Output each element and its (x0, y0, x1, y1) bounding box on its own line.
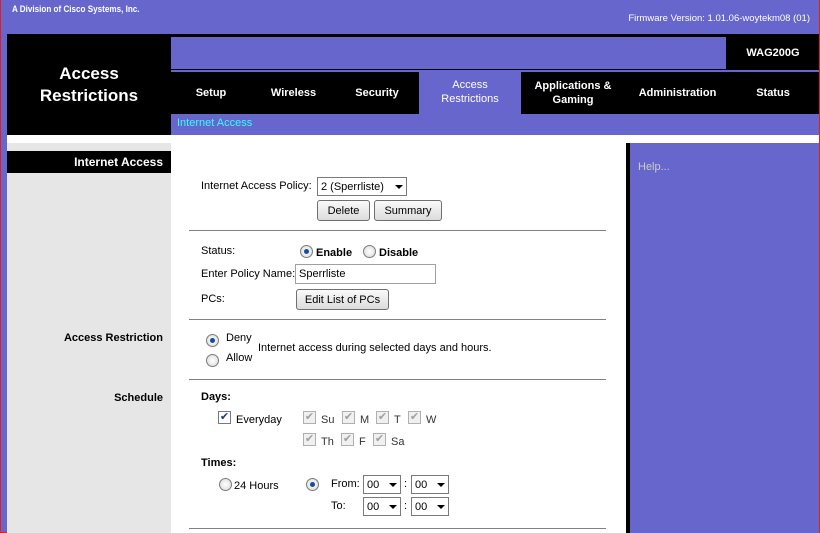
24hours-radio[interactable] (219, 478, 232, 491)
everyday-checkbox[interactable]: ✔ (218, 411, 231, 424)
divider (189, 319, 606, 320)
subnav-bar (171, 114, 819, 135)
chevron-down-icon (437, 505, 445, 509)
status-label: Status: (201, 245, 236, 257)
friday-checkbox[interactable]: ✔ (341, 433, 354, 446)
from-minute-select[interactable]: 00 (411, 475, 449, 494)
from-hour-value: 00 (367, 478, 380, 491)
edit-pcs-button[interactable]: Edit List of PCs (296, 289, 389, 310)
everyday-label: Everyday (236, 414, 282, 426)
friday-label: F (359, 436, 366, 448)
wednesday-checkbox[interactable]: ✔ (408, 411, 421, 424)
model-name: WAG200G (746, 47, 800, 59)
firmware-version: Firmware Version: 1.01.06-woytekm08 (01) (628, 13, 810, 24)
tab-setup[interactable]: Setup (171, 72, 251, 114)
chevron-down-icon (395, 185, 403, 189)
thursday-checkbox[interactable]: ✔ (303, 433, 316, 446)
body-separator (7, 135, 819, 143)
tuesday-checkbox[interactable]: ✔ (376, 411, 389, 424)
to-hour-select[interactable]: 00 (363, 497, 401, 516)
deny-radio[interactable] (206, 334, 219, 347)
from-minute-value: 00 (415, 478, 428, 491)
access-restriction-label: Access Restriction (63, 332, 163, 344)
section-heading: Internet Access (7, 151, 171, 173)
left-strip (7, 143, 171, 151)
disable-radio[interactable] (363, 245, 376, 258)
policy-select[interactable]: 2 (Sperrliste) (317, 177, 407, 196)
enable-label: Enable (316, 247, 353, 259)
restriction-description: Internet access during selected days and… (258, 342, 492, 354)
days-label: Days: (201, 391, 231, 403)
divider (189, 528, 606, 529)
tab-administration[interactable]: Administration (625, 72, 730, 114)
monday-label: M (360, 414, 370, 426)
policy-label: Internet Access Policy: (201, 180, 312, 192)
deny-label: Deny (226, 332, 252, 344)
tab-wireless[interactable]: Wireless (251, 72, 336, 114)
disable-label: Disable (379, 247, 419, 259)
chevron-down-icon (389, 505, 397, 509)
allow-radio[interactable] (206, 354, 219, 367)
help-link[interactable]: Help... (638, 161, 670, 173)
policy-name-label: Enter Policy Name: (201, 268, 296, 280)
chevron-down-icon (389, 483, 397, 487)
time-colon: : (404, 500, 408, 512)
divider (189, 230, 606, 231)
tab-applications-gaming[interactable]: Applications & Gaming (523, 72, 623, 114)
sunday-label: Su (321, 414, 335, 426)
times-label: Times: (201, 457, 237, 469)
enable-radio[interactable] (300, 245, 313, 258)
sunday-checkbox[interactable]: ✔ (303, 411, 316, 424)
thursday-label: Th (321, 436, 334, 448)
time-range-radio[interactable] (306, 478, 319, 491)
to-minute-select[interactable]: 00 (411, 497, 449, 516)
24hours-label: 24 Hours (234, 480, 279, 492)
from-hour-select[interactable]: 00 (363, 475, 401, 494)
monday-checkbox[interactable]: ✔ (342, 411, 355, 424)
wednesday-label: W (426, 414, 437, 426)
allow-label: Allow (226, 352, 253, 364)
saturday-label: Sa (391, 436, 405, 448)
model-bar (171, 37, 726, 69)
to-minute-value: 00 (415, 500, 428, 513)
tab-security[interactable]: Security (336, 72, 418, 114)
schedule-label: Schedule (114, 392, 163, 404)
chevron-down-icon (437, 483, 445, 487)
saturday-checkbox[interactable]: ✔ (373, 433, 386, 446)
pcs-label: PCs: (201, 293, 225, 305)
tuesday-label: T (394, 414, 401, 426)
to-hour-value: 00 (367, 500, 380, 513)
to-label: To: (331, 500, 346, 512)
division-text: A Division of Cisco Systems, Inc. (12, 4, 140, 14)
divider (189, 379, 606, 380)
policy-select-value: 2 (Sperrliste) (321, 180, 384, 193)
from-label: From: (331, 478, 360, 490)
time-colon: : (404, 478, 408, 490)
help-panel (630, 151, 819, 533)
subnav-internet-access[interactable]: Internet Access (177, 117, 252, 129)
tab-access-restrictions[interactable]: Access Restrictions (419, 70, 521, 114)
policy-name-input[interactable]: Sperrliste (295, 264, 436, 284)
tab-status[interactable]: Status (730, 72, 816, 114)
delete-button[interactable]: Delete (317, 200, 370, 221)
summary-button[interactable]: Summary (374, 200, 442, 221)
page-title: Access Restrictions (39, 63, 139, 105)
